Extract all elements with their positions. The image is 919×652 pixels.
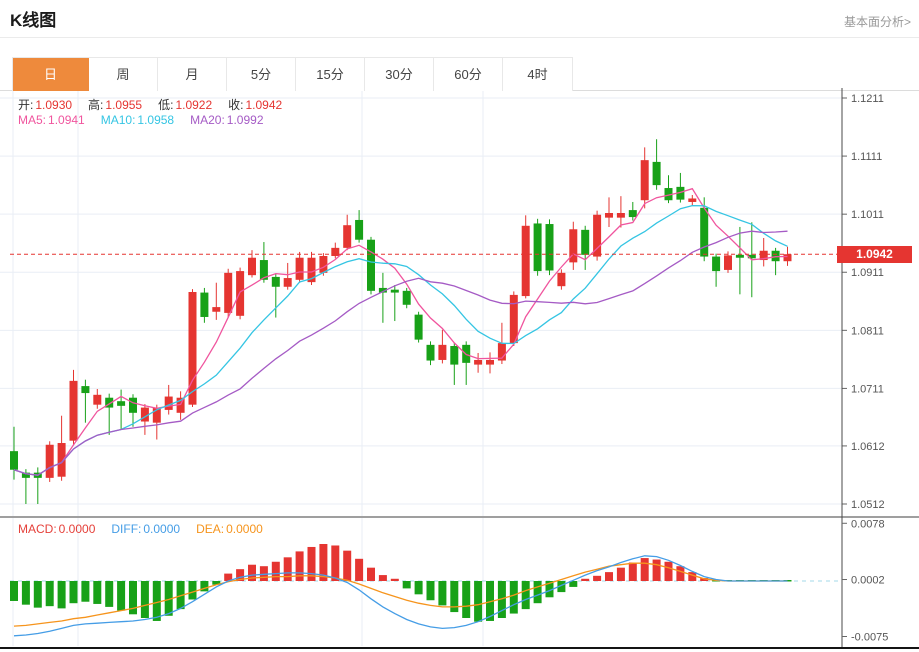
candle[interactable] — [117, 389, 126, 430]
svg-text:1.1211: 1.1211 — [851, 93, 884, 105]
candle[interactable] — [533, 218, 542, 276]
macd-value: 0.0000 — [58, 522, 96, 536]
candle[interactable] — [367, 236, 375, 295]
high-label: 高: — [88, 98, 104, 112]
candle[interactable] — [105, 393, 114, 435]
candle[interactable] — [426, 341, 435, 366]
candle[interactable] — [676, 172, 685, 203]
candle[interactable] — [295, 251, 304, 283]
candle[interactable] — [759, 237, 768, 267]
dea-label: DEA: — [196, 522, 225, 536]
candle[interactable] — [331, 242, 340, 259]
diff-value: 0.0000 — [143, 522, 181, 536]
candle[interactable] — [45, 441, 54, 482]
open-value: 1.0930 — [35, 98, 73, 112]
candle[interactable] — [200, 287, 209, 323]
candle[interactable] — [81, 379, 90, 423]
svg-text:1.0612: 1.0612 — [851, 441, 885, 453]
candle[interactable] — [462, 341, 471, 385]
candle[interactable] — [343, 214, 352, 251]
candle[interactable] — [93, 388, 102, 409]
candle[interactable] — [712, 253, 721, 287]
candle[interactable] — [688, 194, 697, 206]
ma5-label: MA5: — [18, 113, 47, 127]
candle[interactable] — [390, 285, 399, 322]
candle[interactable] — [212, 282, 221, 320]
low-label: 低: — [158, 98, 174, 112]
ma5-line — [13, 187, 788, 476]
ma-readout: MA5: 1.0941 MA10: 1.0958 MA20: 1.0992 — [18, 113, 264, 127]
svg-text:1.0911: 1.0911 — [851, 267, 884, 279]
candle[interactable] — [569, 221, 578, 270]
svg-text:1.1111: 1.1111 — [851, 151, 882, 163]
candle[interactable] — [378, 272, 387, 323]
macd-label: MACD: — [18, 522, 57, 536]
ma10-line — [13, 204, 788, 476]
candle[interactable] — [664, 175, 673, 204]
ma5-value: 1.0941 — [48, 113, 85, 127]
candle[interactable] — [10, 426, 18, 480]
candle[interactable] — [545, 219, 554, 276]
candle[interactable] — [605, 197, 613, 227]
ma20-label: MA20: — [190, 113, 225, 127]
candle[interactable] — [69, 369, 78, 445]
tab-15min[interactable]: 15分 — [296, 58, 365, 91]
candle[interactable] — [283, 262, 292, 290]
ohlc-readout: 开: 1.0930 高: 1.0955 低: 1.0922 收: 1.0942 — [18, 96, 282, 113]
candle[interactable] — [771, 247, 780, 276]
candle[interactable] — [450, 342, 459, 385]
grid-layer — [0, 91, 842, 646]
candle[interactable] — [474, 352, 483, 373]
svg-text:1.0811: 1.0811 — [851, 325, 884, 337]
svg-text:1.0512: 1.0512 — [851, 499, 885, 511]
candle[interactable] — [164, 384, 173, 415]
candle[interactable] — [735, 226, 744, 295]
macd-layer — [10, 544, 842, 637]
diff-label: DIFF: — [111, 522, 142, 536]
ma20-value: 1.0992 — [226, 113, 264, 127]
tab-30min[interactable]: 30分 — [365, 58, 434, 91]
svg-text:1.0711: 1.0711 — [851, 383, 884, 395]
candle[interactable] — [593, 210, 602, 261]
timeframe-tabs: 日 周 月 5分 15分 30分 60分 4时 — [12, 57, 573, 91]
candle[interactable] — [581, 225, 590, 270]
tab-4hour[interactable]: 4时 — [503, 58, 572, 91]
svg-text:0.0078: 0.0078 — [851, 518, 885, 530]
tab-60min[interactable]: 60分 — [434, 58, 503, 91]
tab-5min[interactable]: 5分 — [227, 58, 296, 91]
candle[interactable] — [176, 391, 185, 420]
kline-page: { "header": { "title": "K线图", "link": "基… — [0, 0, 919, 652]
close-label: 收: — [228, 98, 244, 112]
current-price-tag: 1.0942 — [837, 246, 912, 263]
candle[interactable] — [486, 352, 494, 374]
ma-lines-layer — [13, 187, 788, 476]
high-value: 1.0955 — [105, 98, 143, 112]
tab-month[interactable]: 月 — [158, 58, 227, 91]
svg-text:-0.0075: -0.0075 — [851, 632, 888, 644]
candle[interactable] — [652, 139, 661, 190]
dea-value: 0.0000 — [226, 522, 263, 536]
candle[interactable] — [438, 329, 447, 364]
low-value: 1.0922 — [175, 98, 213, 112]
open-label: 开: — [18, 98, 34, 112]
axis-layer: 1.1211 1.1111 1.1011 1.0911 1.0811 1.0711 1.06… — [0, 88, 919, 649]
ma20-line — [13, 230, 788, 476]
macd-readout: MACD: 0.0000 DIFF: 0.0000 DEA: 0.0000 — [18, 522, 263, 536]
tab-day[interactable]: 日 — [13, 58, 89, 91]
candle[interactable] — [402, 287, 411, 309]
candle[interactable] — [616, 196, 625, 228]
close-value: 1.0942 — [245, 98, 283, 112]
candle[interactable] — [57, 415, 66, 481]
candle[interactable] — [521, 215, 530, 299]
ma10-value: 1.0958 — [137, 113, 175, 127]
candle[interactable] — [140, 404, 149, 435]
ma10-label: MA10: — [100, 113, 136, 127]
svg-text:0.0002: 0.0002 — [851, 575, 885, 587]
tab-week[interactable]: 周 — [89, 58, 158, 91]
candle[interactable] — [414, 311, 423, 343]
svg-text:1.1011: 1.1011 — [851, 209, 884, 221]
